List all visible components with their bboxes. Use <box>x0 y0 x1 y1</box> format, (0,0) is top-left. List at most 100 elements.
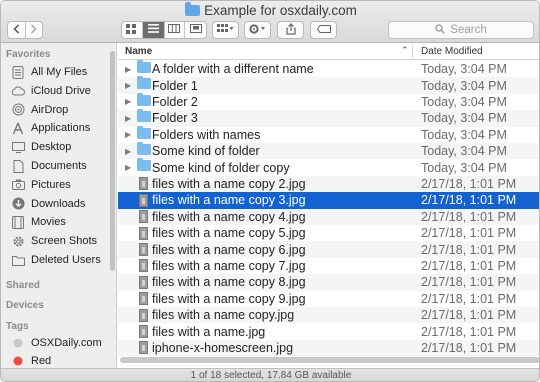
file-name: files with a name copy 5.jpg <box>152 226 306 241</box>
search-field[interactable]: Search <box>388 21 534 39</box>
chevron-left-icon <box>13 23 20 37</box>
file-row[interactable]: files with a name copy 3.jpg 2/17/18, 1:0… <box>118 192 539 209</box>
folder-row[interactable]: ▶ Folder 1 Today, 3:04 PM <box>118 76 539 94</box>
image-file-icon <box>139 177 148 191</box>
disclosure-triangle-icon[interactable]: ▶ <box>125 130 133 139</box>
file-name: files with a name copy 7.jpg <box>152 258 306 273</box>
sidebar-item-label: Red <box>31 355 52 367</box>
file-row[interactable]: files with a name.jpg 2/17/18, 1:01 PM <box>118 323 539 339</box>
sidebar-item-all-my-files[interactable]: All My Files <box>11 63 115 81</box>
folder-row[interactable]: ▶ Some kind of folder Today, 3:04 PM <box>118 142 539 160</box>
file-row[interactable]: files with a name copy 2.jpg 2/17/18, 1:0… <box>118 175 539 193</box>
file-row[interactable]: files with a name copy 9.jpg 2/17/18, 1:0… <box>118 291 539 307</box>
file-date: 2/17/18, 1:01 PM <box>421 275 517 290</box>
folder-icon <box>137 142 151 155</box>
file-date: Today, 3:04 PM <box>421 111 507 126</box>
sidebar-item-desktop[interactable]: Desktop <box>11 138 115 156</box>
file-date: Today, 3:04 PM <box>421 144 507 159</box>
file-name: A folder with a different name <box>152 62 314 77</box>
file-row[interactable]: files with a name copy 8.jpg 2/17/18, 1:0… <box>118 274 539 291</box>
back-button[interactable] <box>8 22 26 38</box>
date-column-header[interactable]: Date Modified <box>421 46 483 57</box>
file-date: 2/17/18, 1:01 PM <box>421 242 517 257</box>
file-name: files with a name.jpg <box>152 324 266 339</box>
file-date: 2/17/18, 1:01 PM <box>421 308 517 323</box>
sidebar-item-deleted-users[interactable]: Deleted Users <box>11 251 115 269</box>
sidebar-tag-osxdaily[interactable]: OSXDaily.com <box>11 334 115 352</box>
file-name: files with a name copy 8.jpg <box>152 275 306 290</box>
disclosure-triangle-icon[interactable]: ▶ <box>125 163 133 172</box>
arrange-button[interactable] <box>212 21 239 39</box>
sidebar-item-applications[interactable]: Applications <box>11 119 115 137</box>
file-row[interactable]: files with a name copy 7.jpg 2/17/18, 1:0… <box>118 258 539 274</box>
window-title: Example for osxdaily.com <box>204 3 357 18</box>
image-file-icon <box>139 275 148 289</box>
file-name: files with a name copy 2.jpg <box>152 176 306 191</box>
tags-button[interactable] <box>310 21 337 39</box>
forward-button[interactable] <box>26 22 43 38</box>
column-view-button[interactable] <box>165 22 186 38</box>
view-mode-control <box>121 21 207 39</box>
folder-icon <box>185 2 201 16</box>
file-name: Folders with names <box>152 127 261 142</box>
sidebar-scrollbar[interactable] <box>110 51 115 271</box>
folder-icon <box>137 60 151 73</box>
folder-icon <box>137 158 151 172</box>
file-name: files with a name copy 6.jpg <box>152 242 306 257</box>
file-row[interactable]: files with a name copy 5.jpg 2/17/18, 1:0… <box>118 225 539 241</box>
folder-row[interactable]: ▶ Folder 2 Today, 3:04 PM <box>118 92 539 110</box>
grid-icon <box>126 23 137 37</box>
name-column-header[interactable]: Name <box>125 46 152 57</box>
folder-row[interactable]: ▶ Folder 3 Today, 3:04 PM <box>118 109 539 127</box>
list-icon <box>147 24 159 36</box>
disclosure-triangle-icon[interactable]: ▶ <box>125 147 133 156</box>
sidebar-item-pictures[interactable]: Pictures <box>11 176 115 194</box>
sidebar-item-label: Screen Shots <box>31 235 98 248</box>
status-text: 1 of 18 selected, 17.84 GB available <box>190 370 352 381</box>
share-button[interactable] <box>277 21 304 39</box>
gallery-view-button[interactable] <box>185 22 206 38</box>
disclosure-triangle-icon[interactable]: ▶ <box>125 65 133 74</box>
action-button[interactable] <box>244 21 271 39</box>
file-name: Folder 3 <box>152 111 198 126</box>
tag-dot-icon <box>11 354 25 368</box>
disclosure-triangle-icon[interactable]: ▶ <box>125 97 133 106</box>
download-icon <box>11 197 25 211</box>
camera-icon <box>11 178 25 192</box>
horizontal-scrollbar[interactable] <box>120 357 539 363</box>
folder-row[interactable]: ▶ Some kind of folder copy Today, 3:04 PM <box>118 158 539 175</box>
sidebar-item-movies[interactable]: Movies <box>11 213 115 231</box>
sidebar-item-label: Movies <box>31 216 66 229</box>
file-name: files with a name copy 3.jpg <box>152 193 306 208</box>
icon-view-button[interactable] <box>122 22 143 38</box>
sidebar-item-downloads[interactable]: Downloads <box>11 195 115 213</box>
file-row[interactable]: files with a name copy 6.jpg 2/17/18, 1:0… <box>118 241 539 258</box>
search-icon <box>435 23 446 37</box>
file-name: files with a name copy 9.jpg <box>152 291 306 306</box>
sidebar-item-label: Documents <box>31 160 87 172</box>
disclosure-triangle-icon[interactable]: ▶ <box>125 81 133 90</box>
arrange-grid-icon <box>217 24 234 36</box>
file-row[interactable]: files with a name copy.jpg 2/17/18, 1:01 … <box>118 307 539 324</box>
status-bar: 1 of 18 selected, 17.84 GB available <box>1 368 539 381</box>
window-title-area: Example for osxdaily.com <box>1 2 539 18</box>
folder-row[interactable]: ▶ Folders with names Today, 3:04 PM <box>118 125 539 143</box>
sidebar-item-screen-shots[interactable]: Screen Shots <box>11 232 115 250</box>
image-file-icon <box>139 259 148 273</box>
sidebar-item-airdrop[interactable]: AirDrop <box>11 101 115 119</box>
sidebar-item-label: All My Files <box>31 66 88 78</box>
tag-dot-icon <box>11 336 25 350</box>
file-date: 2/17/18, 1:01 PM <box>421 258 517 273</box>
sidebar-item-icloud-drive[interactable]: iCloud Drive <box>11 82 115 100</box>
file-date: Today, 3:04 PM <box>421 78 507 93</box>
disclosure-triangle-icon[interactable]: ▶ <box>125 114 133 123</box>
sidebar-tag-red[interactable]: Red <box>11 352 115 368</box>
folder-row[interactable]: ▶ A folder with a different name Today, 3:… <box>118 60 539 77</box>
devices-header: Devices <box>6 300 44 311</box>
file-row[interactable]: files with a name copy 4.jpg 2/17/18, 1:0… <box>118 208 539 225</box>
list-view-button[interactable] <box>142 22 165 38</box>
file-row[interactable]: iphone-x-homescreen.jpg 2/17/18, 1:01 PM <box>118 339 539 357</box>
tags-header: Tags <box>6 321 29 332</box>
file-date: 2/17/18, 1:01 PM <box>421 340 517 355</box>
sidebar-item-documents[interactable]: Documents <box>11 157 115 175</box>
